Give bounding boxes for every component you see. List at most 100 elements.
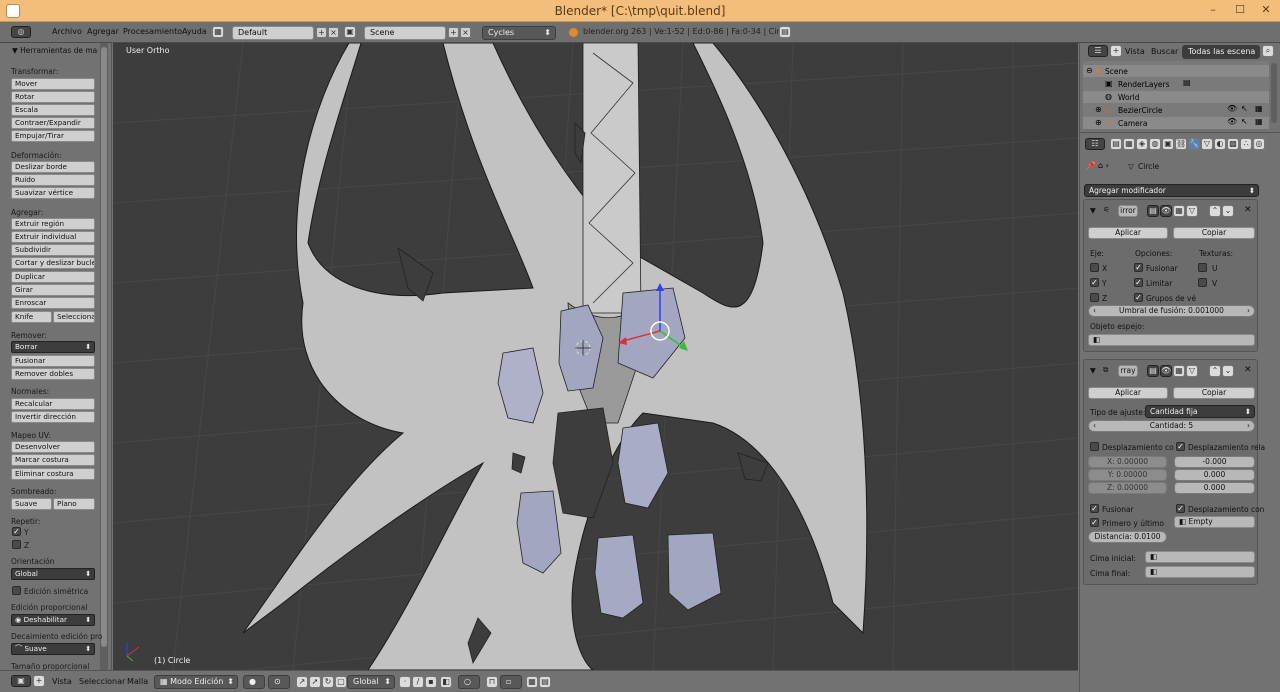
array-name-field[interactable]: rray — [1118, 365, 1138, 377]
cursor-icon[interactable]: ↖ — [1241, 104, 1248, 113]
collapse-menus-icon[interactable]: + — [33, 675, 45, 687]
outliner-menu-buscar[interactable]: Buscar — [1151, 47, 1178, 56]
plano-button[interactable]: Plano — [53, 498, 95, 510]
merge-limit-field[interactable]: ‹ Umbral de fusión: 0.001000 › — [1088, 305, 1255, 317]
face-select-icon[interactable]: ▪ — [425, 676, 437, 688]
mover-button[interactable]: Mover — [11, 78, 95, 90]
recalcular-button[interactable]: Recalcular — [11, 398, 95, 410]
first-last-checkbox[interactable]: ✓ — [1090, 518, 1099, 527]
add-scene-button[interactable]: + — [448, 27, 459, 38]
texture-tab-icon[interactable]: ▩ — [1227, 138, 1239, 150]
array-copy-button[interactable]: Copiar — [1173, 387, 1255, 399]
outliner-row-camera[interactable]: ⊕ ◌ Camera 👁 ↖ ▦ — [1083, 117, 1269, 129]
render-preview-icon[interactable]: ▦ — [526, 676, 538, 688]
contraer-expandir-button[interactable]: Contraer/Expandir — [11, 117, 95, 129]
tool-shelf-scrollbar[interactable] — [100, 43, 108, 670]
cortar-deslizar-bucle-button[interactable]: Cortar y deslizar bucle — [11, 257, 95, 269]
decrement-arrow-icon[interactable]: ‹ — [1093, 421, 1096, 431]
scene-icon[interactable]: ▣ — [344, 26, 356, 38]
outliner-menu-vista[interactable]: Vista — [1125, 47, 1145, 56]
world-tab-icon[interactable]: ◍ — [1149, 138, 1161, 150]
collapse-arrow-icon[interactable]: ▼ — [1090, 206, 1096, 215]
layers-tab-icon[interactable]: ▦ — [1123, 138, 1135, 150]
outliner-scrollbar[interactable] — [1271, 63, 1277, 123]
outliner-row-beziercircle[interactable]: ⊕ ◌ BezierCircle 👁 ↖ ▦ — [1083, 104, 1269, 116]
fit-type-select[interactable]: Cantidad fija ⬍ — [1145, 405, 1255, 418]
fusionar-button[interactable]: Fusionar — [11, 355, 95, 367]
vertex-select-icon[interactable]: · — [399, 676, 411, 688]
remove-layout-button[interactable]: × — [328, 27, 339, 38]
eye-icon[interactable]: 👁 — [1227, 104, 1237, 113]
remove-scene-button[interactable]: × — [460, 27, 471, 38]
cage-toggle-icon[interactable]: ▽ — [1186, 365, 1198, 377]
constraints-tab-icon[interactable]: ⛓ — [1175, 138, 1187, 150]
cage-toggle-icon[interactable]: ▽ — [1186, 205, 1198, 217]
manipulator-toggle-icon[interactable]: ↗ — [296, 676, 308, 688]
deslizar-borde-button[interactable]: Deslizar borde — [11, 161, 95, 173]
editmode-toggle-icon[interactable]: ▦ — [1173, 205, 1185, 217]
edicion-simetrica-checkbox[interactable] — [12, 586, 21, 595]
render-icon[interactable]: ▤ — [779, 26, 791, 38]
menu-agregar[interactable]: Agregar — [87, 27, 119, 36]
extruir-region-button[interactable]: Extruir región — [11, 218, 95, 230]
add-layout-button[interactable]: + — [316, 27, 327, 38]
remover-dobles-button[interactable]: Remover dobles — [11, 368, 95, 380]
add-modifier-select[interactable]: Agregar modificador ⬍ — [1084, 184, 1259, 197]
mirror-apply-button[interactable]: Aplicar — [1088, 227, 1168, 239]
marcar-costura-button[interactable]: Marcar costura — [11, 454, 95, 466]
maximize-button[interactable]: ☐ — [1233, 4, 1247, 16]
camera-view-icon[interactable]: ▤ — [539, 676, 551, 688]
tool-shelf-title[interactable]: ▼ Herramientas de ma — [12, 46, 97, 55]
editor-type-icon[interactable]: ☰ — [1088, 45, 1108, 57]
count-field[interactable]: ‹ Cantidad: 5 › — [1088, 420, 1255, 432]
relative-offset-checkbox[interactable]: ✓ — [1176, 442, 1185, 451]
snap-toggle-icon[interactable]: ⊓ — [486, 676, 498, 688]
outliner-row-scene[interactable]: ⊖ ◈ Scene — [1083, 65, 1269, 77]
scene-tab-icon[interactable]: ◈ — [1136, 138, 1148, 150]
viewport-toggle-icon[interactable]: 👁 — [1160, 365, 1172, 377]
collapse-menus-icon[interactable]: + — [1110, 45, 1122, 57]
move-up-icon[interactable]: ⌃ — [1209, 365, 1221, 377]
pin-icon[interactable]: 📌 — [1086, 161, 1096, 170]
editor-type-icon[interactable]: ◎ — [11, 26, 31, 38]
viewport-shading-select[interactable]: ● — [243, 675, 265, 689]
close-button[interactable]: ✕ — [1259, 4, 1273, 16]
occlude-geometry-icon[interactable]: ◧ — [440, 676, 452, 688]
data-tab-icon[interactable]: ▽ — [1201, 138, 1213, 150]
increment-arrow-icon[interactable]: › — [1247, 421, 1250, 431]
cursor-icon[interactable]: ↖ — [1241, 117, 1248, 126]
proportional-edit-select[interactable]: ○ — [458, 675, 480, 689]
array-apply-button[interactable]: Aplicar — [1088, 387, 1168, 399]
menu-archivo[interactable]: Archivo — [52, 27, 82, 36]
remove-modifier-icon[interactable]: ✕ — [1244, 205, 1252, 215]
suave-button[interactable]: Suave — [11, 498, 52, 510]
pivot-point-select[interactable]: ⊙ — [268, 675, 290, 689]
constant-offset-x[interactable]: X: 0.00000 — [1088, 456, 1167, 468]
axis-y-checkbox[interactable]: ✓ — [1090, 278, 1099, 287]
knife-select-button[interactable]: Seleccionar — [53, 311, 95, 323]
relative-offset-z[interactable]: 0.000 — [1174, 482, 1255, 494]
eye-icon[interactable]: 👁 — [1227, 117, 1237, 126]
editor-type-icon[interactable]: ☷ — [1085, 138, 1105, 150]
subdividir-button[interactable]: Subdividir — [11, 244, 95, 256]
snap-element-select[interactable]: ▫ — [500, 675, 522, 689]
constant-offset-checkbox[interactable] — [1090, 442, 1099, 451]
viewport-toggle-icon[interactable]: 👁 — [1160, 205, 1172, 217]
scale-manipulator-icon[interactable]: ▢ — [335, 676, 347, 688]
menu-ayuda[interactable]: Ayuda — [182, 27, 207, 36]
modifiers-tab-icon[interactable]: 🔧 — [1188, 138, 1200, 150]
relative-offset-y[interactable]: 0.000 — [1174, 469, 1255, 481]
axis-z-checkbox[interactable] — [1090, 293, 1099, 302]
clipping-checkbox[interactable]: ✓ — [1134, 278, 1143, 287]
particles-tab-icon[interactable]: ∴ — [1240, 138, 1252, 150]
mirror-name-field[interactable]: irror — [1118, 205, 1138, 217]
scene-field[interactable]: Scene — [364, 26, 446, 40]
escala-button[interactable]: Escala — [11, 104, 95, 116]
menu-vista[interactable]: Vista — [52, 677, 72, 686]
render-engine-select[interactable]: Cycles ⬍ — [482, 26, 556, 40]
move-down-icon[interactable]: ⌄ — [1222, 205, 1234, 217]
3d-viewport[interactable]: User Ortho (1) Circle — [113, 43, 1078, 670]
repetir-z-checkbox[interactable] — [12, 540, 21, 549]
editor-type-icon[interactable]: ▣ — [11, 675, 31, 687]
ruido-button[interactable]: Ruido — [11, 174, 95, 186]
